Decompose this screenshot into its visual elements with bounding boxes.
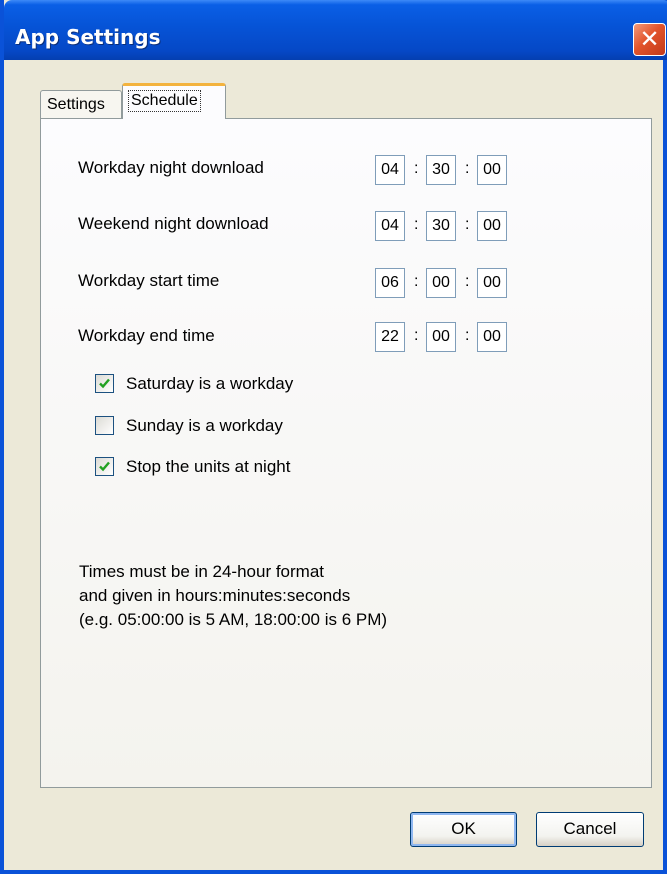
cancel-button[interactable]: Cancel — [536, 812, 644, 847]
workday-end-seconds-input[interactable]: 00 — [477, 322, 507, 352]
tab-settings[interactable]: Settings — [40, 90, 122, 118]
weekend-night-hours-input[interactable]: 04 — [375, 211, 405, 241]
note-line: Times must be in 24-hour format — [79, 562, 325, 581]
workday-start-time-label: Workday start time — [78, 271, 220, 290]
workday-night-download-label: Workday night download — [78, 158, 264, 177]
sunday-workday-label: Sunday is a workday — [126, 416, 283, 435]
time-separator: : — [414, 216, 419, 233]
workday-night-minutes-input[interactable]: 30 — [426, 155, 456, 185]
tab-schedule[interactable]: Schedule — [122, 83, 226, 119]
tab-schedule-label: Schedule — [128, 90, 201, 112]
time-format-note: Times must be in 24-hour format and give… — [79, 560, 387, 632]
time-separator: : — [465, 160, 470, 177]
saturday-workday-label: Saturday is a workday — [126, 374, 294, 393]
title-bar[interactable]: App Settings ✕ — [4, 0, 667, 60]
time-separator: : — [465, 273, 470, 290]
stop-units-at-night-label: Stop the units at night — [126, 457, 291, 476]
saturday-workday-checkbox[interactable] — [95, 374, 114, 393]
close-button[interactable]: ✕ — [633, 23, 666, 56]
note-line: and given in hours:minutes:seconds — [79, 586, 351, 605]
workday-start-seconds-input[interactable]: 00 — [477, 268, 507, 298]
app-settings-window: App Settings ✕ Settings Schedule Workday… — [0, 0, 667, 874]
window-title: App Settings — [15, 25, 161, 49]
workday-start-hours-input[interactable]: 06 — [375, 268, 405, 298]
time-separator: : — [414, 273, 419, 290]
workday-end-hours-input[interactable]: 22 — [375, 322, 405, 352]
checkmark-icon — [99, 461, 110, 472]
close-icon: ✕ — [639, 25, 660, 53]
workday-end-time-label: Workday end time — [78, 326, 215, 345]
time-separator: : — [465, 327, 470, 344]
workday-end-minutes-input[interactable]: 00 — [426, 322, 456, 352]
workday-night-seconds-input[interactable]: 00 — [477, 155, 507, 185]
time-separator: : — [465, 216, 470, 233]
weekend-night-seconds-input[interactable]: 00 — [477, 211, 507, 241]
time-separator: : — [414, 327, 419, 344]
workday-start-minutes-input[interactable]: 00 — [426, 268, 456, 298]
sunday-workday-checkbox[interactable] — [95, 416, 114, 435]
note-line: (e.g. 05:00:00 is 5 AM, 18:00:00 is 6 PM… — [79, 610, 388, 629]
weekend-night-minutes-input[interactable]: 30 — [426, 211, 456, 241]
weekend-night-download-label: Weekend night download — [78, 214, 269, 233]
tab-settings-label: Settings — [47, 96, 105, 113]
ok-button[interactable]: OK — [410, 812, 517, 847]
checkmark-icon — [99, 378, 110, 389]
time-separator: : — [414, 160, 419, 177]
stop-units-at-night-checkbox[interactable] — [95, 457, 114, 476]
workday-night-hours-input[interactable]: 04 — [375, 155, 405, 185]
